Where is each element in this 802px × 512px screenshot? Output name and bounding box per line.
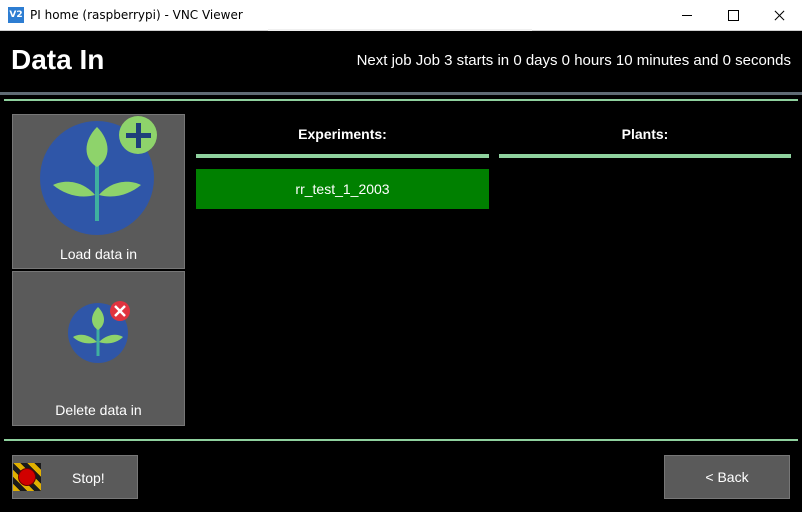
plant-delete-icon — [68, 301, 130, 363]
title-drag-handle — [268, 29, 532, 31]
experiment-list-item[interactable]: rr_test_1_2003 — [196, 169, 489, 209]
vnc-window: V2 PI home (raspberrypi) - VNC Viewer Da… — [0, 0, 802, 512]
maximize-button[interactable] — [710, 0, 756, 30]
back-button[interactable]: < Back — [664, 455, 790, 499]
title-bar[interactable]: V2 PI home (raspberrypi) - VNC Viewer — [0, 0, 802, 31]
emergency-stop-icon — [13, 463, 41, 491]
plants-header-rule — [499, 154, 791, 158]
load-data-in-label: Load data in — [59, 246, 138, 262]
header-divider — [0, 92, 802, 95]
delete-data-in-button[interactable]: Delete data in — [12, 271, 185, 426]
load-data-in-button[interactable]: Load data in — [12, 114, 185, 269]
stop-button[interactable]: Stop! — [12, 455, 138, 499]
plant-add-icon — [40, 116, 157, 235]
experiments-header: Experiments: — [298, 126, 387, 142]
vnc-app-icon: V2 — [8, 7, 24, 23]
experiments-header-rule — [196, 154, 489, 158]
plants-header: Plants: — [621, 126, 669, 142]
page-title: Data In — [11, 44, 105, 75]
stop-label: Stop! — [72, 470, 105, 486]
window-title: PI home (raspberrypi) - VNC Viewer — [30, 8, 243, 22]
header-accent-rule — [4, 99, 798, 101]
minimize-icon — [682, 15, 692, 16]
next-job-status: Next job Job 3 starts in 0 days 0 hours … — [356, 52, 791, 69]
close-button[interactable] — [756, 0, 802, 30]
minimize-button[interactable] — [664, 0, 710, 30]
delete-data-in-label: Delete data in — [55, 402, 142, 418]
footer-accent-rule — [4, 439, 798, 441]
maximize-icon — [728, 10, 739, 21]
